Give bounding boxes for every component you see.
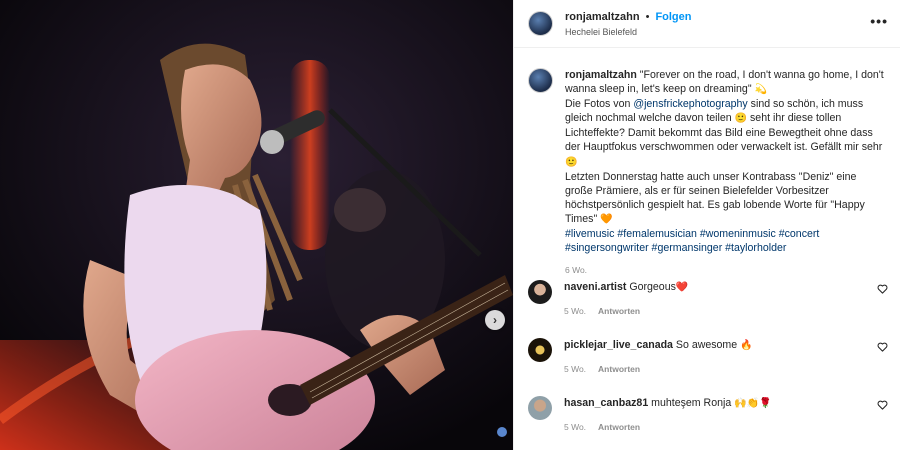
avatar[interactable]: [528, 338, 552, 362]
post-photo[interactable]: ›: [0, 0, 513, 450]
concert-photo-image: [0, 0, 513, 450]
comment-meta: 5 Wo. Antworten: [564, 362, 898, 376]
heart-outline-icon[interactable]: [877, 400, 888, 410]
comment-meta: 5 Wo. Antworten: [564, 420, 898, 434]
comment-body: hasan_canbaz81 muhteşem Ronja 🙌👏🌹 5 Wo. …: [564, 396, 898, 434]
post-caption: ronjamaltzahn "Forever on the road, I do…: [514, 48, 900, 277]
comment-text: muhteşem Ronja: [648, 397, 735, 409]
post-username[interactable]: ronjamaltzahn: [565, 11, 640, 23]
sparkle-emoji: 💫: [754, 84, 767, 96]
reply-button[interactable]: Antworten: [598, 420, 640, 434]
comment-item: picklejar_live_canada So awesome 🔥 5 Wo.…: [528, 338, 898, 376]
avatar[interactable]: [528, 68, 553, 93]
heart-outline-icon[interactable]: [877, 284, 888, 294]
fire-emoji: 🔥: [740, 340, 753, 351]
comment-text: So awesome: [672, 339, 741, 351]
comment-username[interactable]: naveni.artist: [564, 281, 626, 293]
comment-username[interactable]: hasan_canbaz81: [564, 397, 648, 409]
separator-dot: •: [645, 10, 650, 23]
orange-heart-emoji: 🧡: [600, 213, 613, 225]
comment-username[interactable]: picklejar_live_canada: [564, 339, 673, 351]
chevron-right-icon: ›: [493, 313, 497, 327]
comment-timestamp[interactable]: 5 Wo.: [564, 362, 586, 376]
comment-meta: 5 Wo. Antworten: [564, 304, 898, 318]
comment-timestamp[interactable]: 5 Wo.: [564, 420, 586, 434]
comment-timestamp[interactable]: 5 Wo.: [564, 304, 586, 318]
heart-outline-icon[interactable]: [877, 342, 888, 352]
caption-timestamp[interactable]: 6 Wo.: [565, 263, 886, 277]
mention-link[interactable]: @jensfrickephotography: [633, 98, 747, 110]
reply-button[interactable]: Antworten: [598, 304, 640, 318]
post-location[interactable]: Hechelei Bielefeld: [565, 27, 870, 37]
follow-button[interactable]: Folgen: [655, 11, 691, 23]
caption-username[interactable]: ronjamaltzahn: [565, 69, 637, 81]
header-user-line: ronjamaltzahn • Folgen: [565, 11, 870, 23]
reply-button[interactable]: Antworten: [598, 362, 640, 376]
hashtag-links[interactable]: #livemusic #femalemusician #womeninmusic…: [565, 227, 886, 255]
comment-body: picklejar_live_canada So awesome 🔥 5 Wo.…: [564, 338, 898, 376]
caption-text: Die Fotos von: [565, 98, 634, 111]
smile-emoji: 🙂: [565, 156, 578, 168]
post-sidebar: ronjamaltzahn • Folgen Hechelei Bielefel…: [513, 0, 900, 450]
avatar[interactable]: [528, 280, 552, 304]
header-text: ronjamaltzahn • Folgen Hechelei Bielefel…: [565, 11, 870, 37]
next-photo-button[interactable]: ›: [485, 310, 505, 330]
post-header: ronjamaltzahn • Folgen Hechelei Bielefel…: [514, 0, 900, 48]
comment-item: naveni.artist Gorgeous❤️ 5 Wo. Antworten: [528, 280, 898, 318]
caption-body: ronjamaltzahn "Forever on the road, I do…: [565, 68, 886, 277]
more-options-icon[interactable]: •••: [870, 13, 888, 29]
smile-emoji: 🙂: [734, 113, 748, 125]
post-view: › ronjamaltzahn • Folgen Hechelei Bielef…: [0, 0, 900, 450]
comment-body: naveni.artist Gorgeous❤️ 5 Wo. Antworten: [564, 280, 898, 318]
clap-emoji: 🙌👏🌹: [734, 398, 772, 409]
avatar[interactable]: [528, 11, 553, 36]
avatar[interactable]: [528, 396, 552, 420]
red-heart-emoji: ❤️: [675, 282, 689, 293]
comment-item: hasan_canbaz81 muhteşem Ronja 🙌👏🌹 5 Wo. …: [528, 396, 898, 434]
comment-text: Gorgeous: [626, 281, 676, 293]
